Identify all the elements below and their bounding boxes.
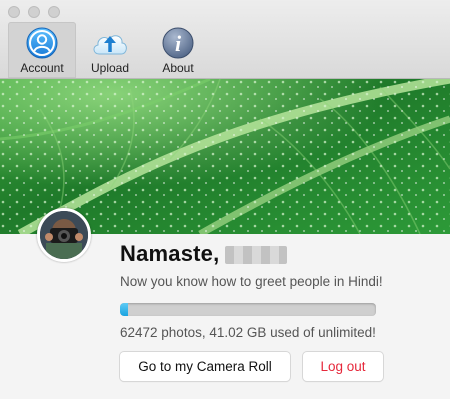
- cloud-upload-icon: [93, 35, 127, 55]
- tab-upload-label: Upload: [90, 61, 130, 75]
- tab-about[interactable]: i About: [144, 22, 212, 78]
- storage-progress-fill: [120, 303, 128, 316]
- logout-button[interactable]: Log out: [303, 352, 383, 381]
- info-icon: i: [162, 27, 194, 59]
- redacted-username: [225, 246, 288, 265]
- camera-roll-button[interactable]: Go to my Camera Roll: [120, 352, 290, 381]
- greeting-heading: Namaste,: [120, 241, 288, 267]
- greeting-text: Namaste,: [120, 241, 220, 266]
- user-photo-image: [40, 211, 88, 259]
- svg-text:i: i: [175, 31, 182, 56]
- tab-upload[interactable]: Upload: [76, 22, 144, 78]
- close-window-button[interactable]: [8, 6, 20, 18]
- storage-progress-bar: [120, 303, 376, 316]
- window-controls: [8, 6, 60, 18]
- tab-account[interactable]: Account: [8, 22, 76, 78]
- app-window: Account Upload i About Namaste, Now you …: [0, 0, 450, 399]
- toolbar: Account Upload i About: [0, 0, 450, 79]
- minimize-window-button[interactable]: [28, 6, 40, 18]
- account-icon: [26, 27, 58, 59]
- zoom-window-button[interactable]: [48, 6, 60, 18]
- storage-usage-text: 62472 photos, 41.02 GB used of unlimited…: [120, 325, 376, 340]
- tab-account-label: Account: [20, 61, 64, 75]
- greeting-subtitle: Now you know how to greet people in Hind…: [120, 274, 383, 289]
- avatar: [37, 208, 91, 262]
- tab-about-label: About: [162, 61, 194, 75]
